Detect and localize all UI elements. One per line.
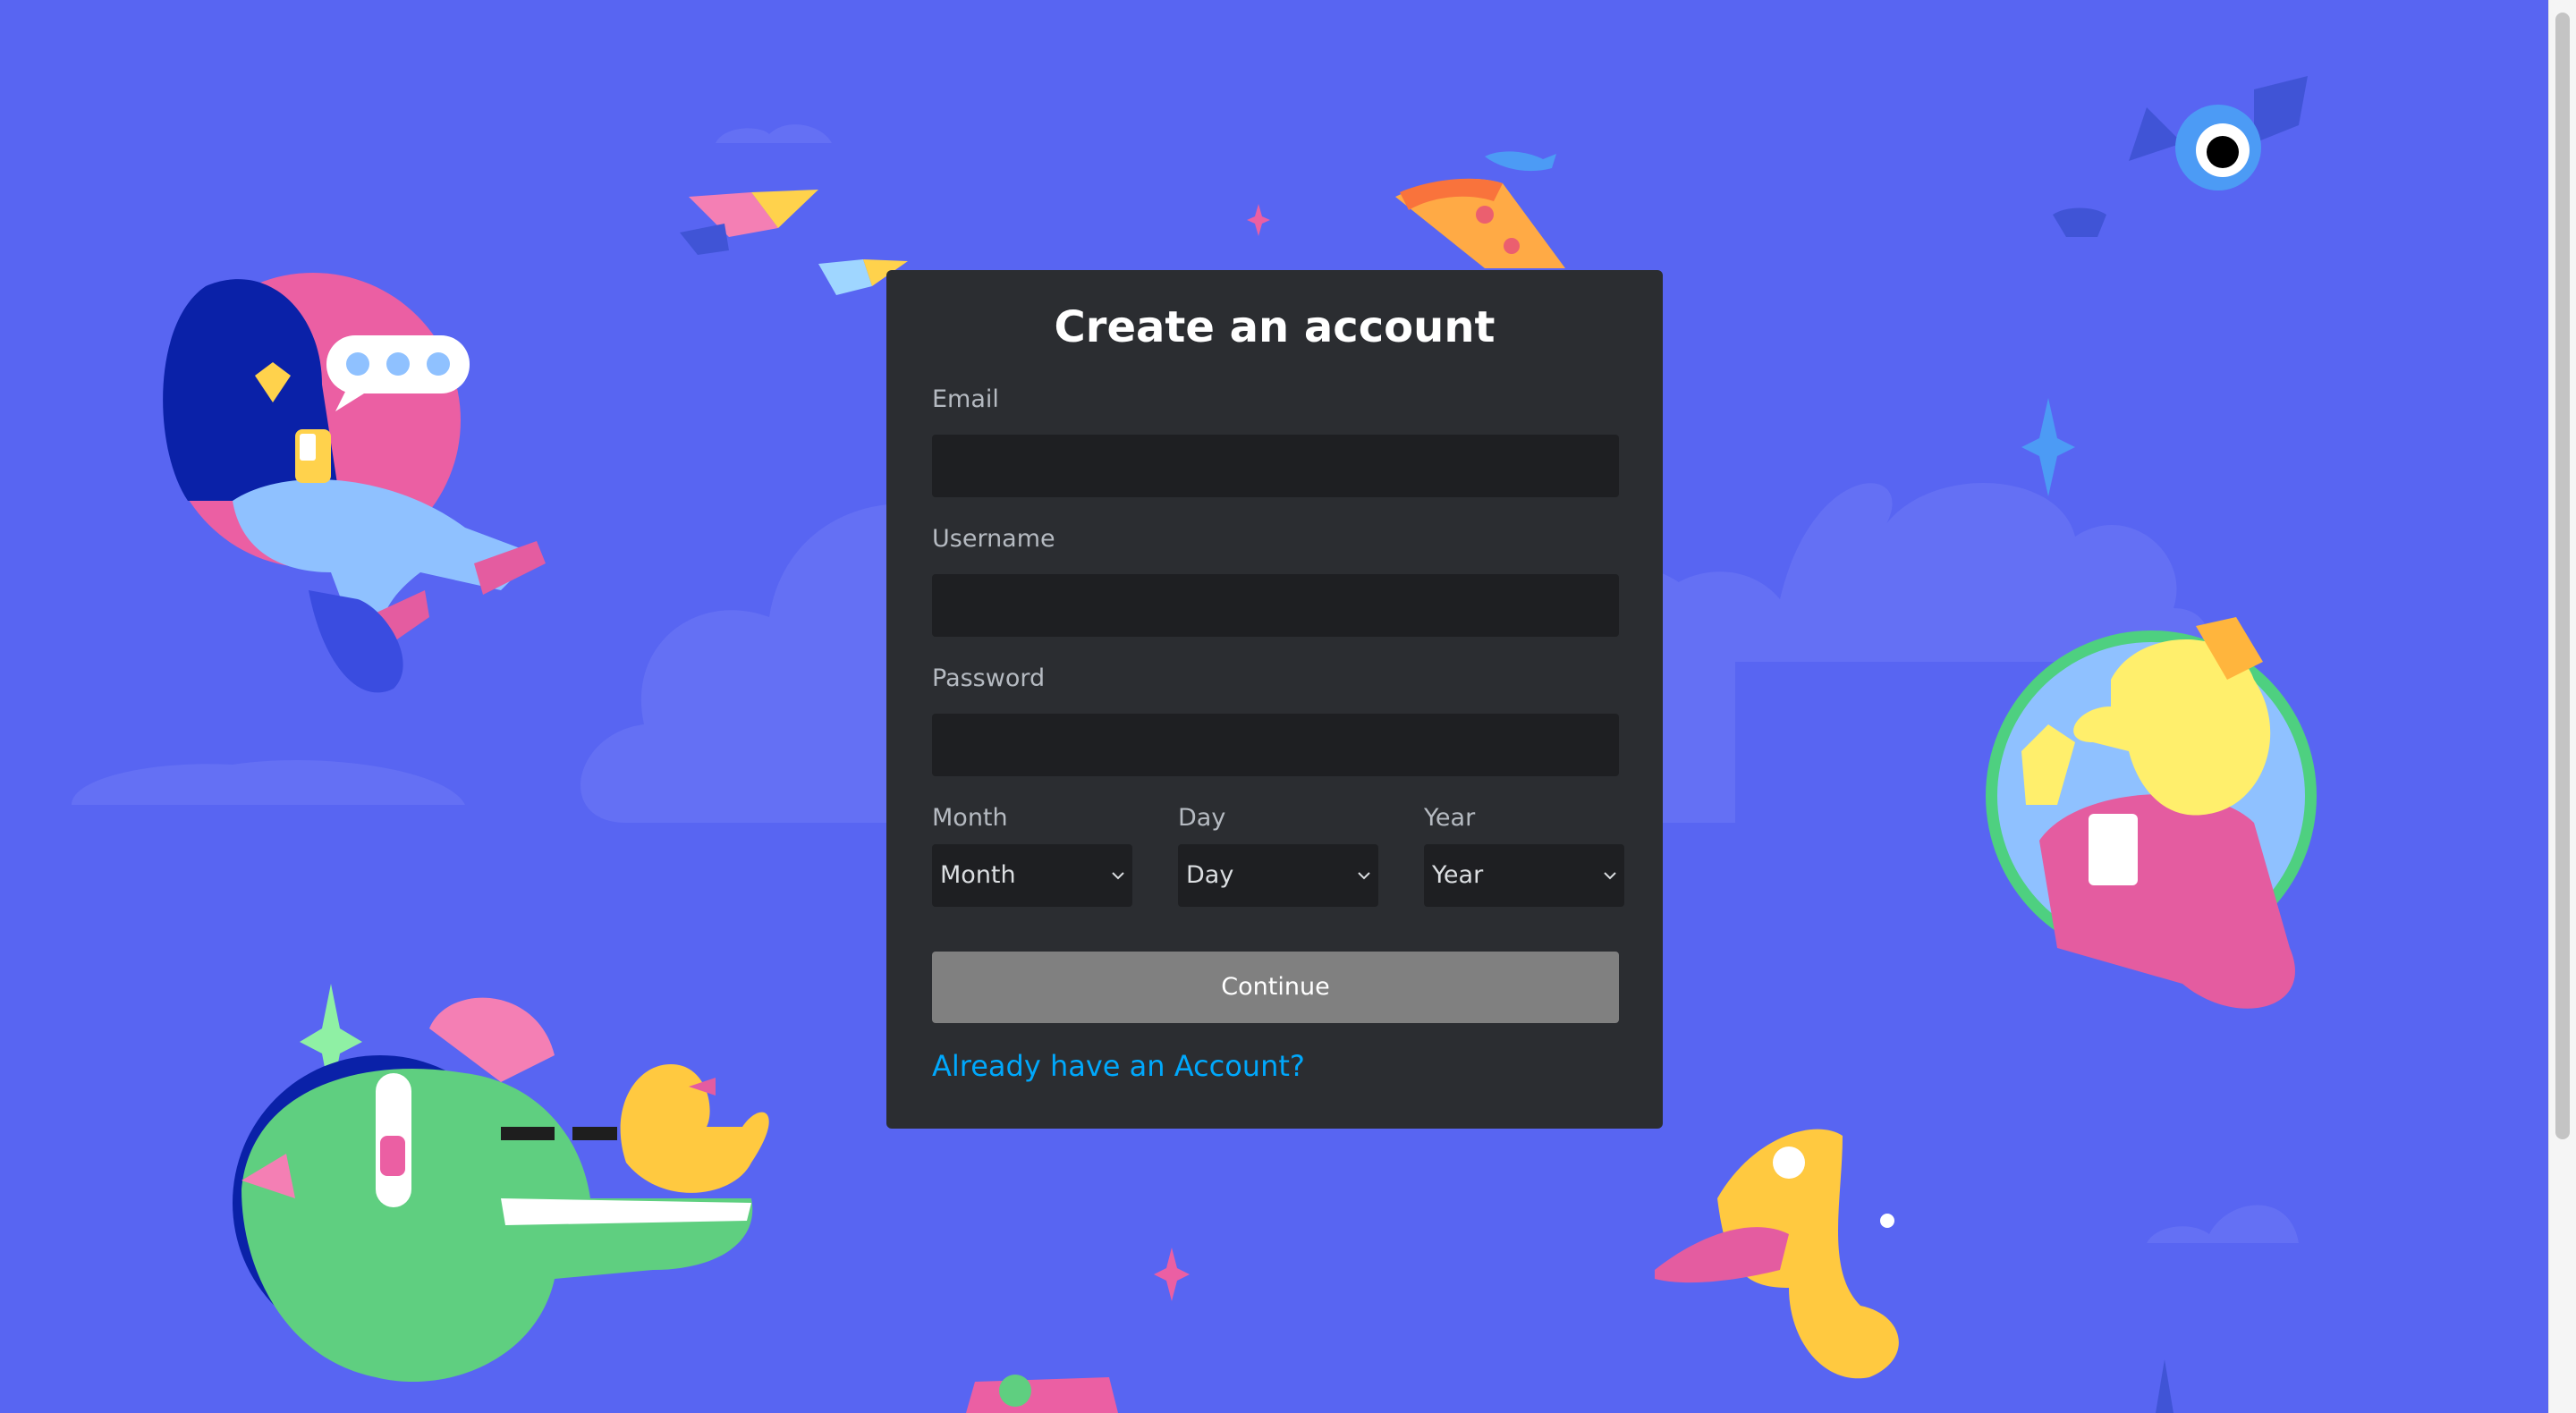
- year-select[interactable]: Year: [1424, 844, 1624, 907]
- month-label: Month: [932, 804, 1008, 832]
- username-label: Username: [932, 525, 1055, 553]
- page-title: Create an account: [1054, 302, 1496, 352]
- signup-card: Create an account Email Username Passwor…: [886, 270, 1663, 1129]
- day-label: Day: [1178, 804, 1226, 832]
- scrollbar-thumb[interactable]: [2555, 13, 2570, 1139]
- year-label: Year: [1424, 804, 1476, 832]
- login-link[interactable]: Already have an Account?: [932, 1048, 1305, 1084]
- month-select[interactable]: Month: [932, 844, 1132, 907]
- month-select-value: Month: [940, 861, 1016, 889]
- email-label: Email: [932, 385, 999, 413]
- password-field[interactable]: [932, 714, 1619, 776]
- continue-button[interactable]: Continue: [932, 952, 1619, 1023]
- password-label: Password: [932, 664, 1046, 692]
- day-select[interactable]: Day: [1178, 844, 1378, 907]
- email-field[interactable]: [932, 435, 1619, 497]
- chevron-down-icon: [1358, 872, 1370, 880]
- username-field[interactable]: [932, 574, 1619, 637]
- chevron-down-icon: [1112, 872, 1124, 880]
- chevron-down-icon: [1604, 872, 1616, 880]
- year-select-value: Year: [1432, 861, 1484, 889]
- scrollbar[interactable]: [2548, 0, 2576, 1413]
- day-select-value: Day: [1186, 861, 1234, 889]
